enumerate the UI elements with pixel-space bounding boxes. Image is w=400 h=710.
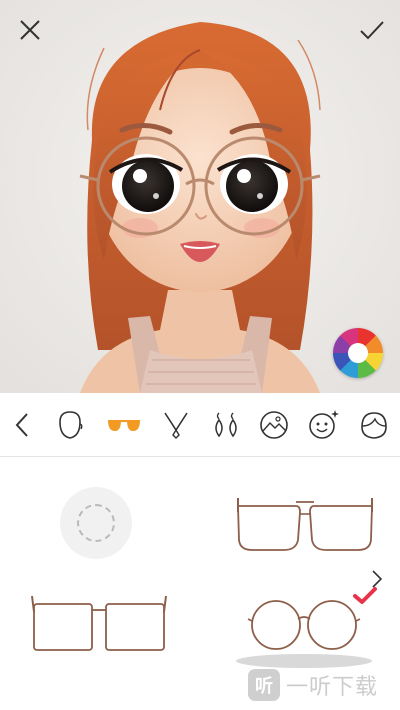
- smile-sparkle-icon: [309, 410, 339, 439]
- watermark-text: 一听下载: [286, 675, 379, 700]
- category-background[interactable]: [254, 405, 294, 445]
- color-wheel-icon[interactable]: [333, 328, 383, 378]
- necklace-icon: [164, 412, 188, 439]
- aviator-glasses-icon: [237, 498, 373, 551]
- avatar-preview: [0, 0, 400, 393]
- background-icon: [260, 411, 288, 439]
- checkmark-icon: [360, 21, 384, 40]
- category-earrings[interactable]: [206, 405, 246, 445]
- glasses-icon: [108, 420, 140, 431]
- glasses-option-square[interactable]: [26, 592, 172, 658]
- selected-check-icon: [353, 587, 377, 604]
- face-shape-icon: [59, 411, 83, 439]
- category-bar: [0, 393, 400, 457]
- confirm-button[interactable]: [356, 14, 388, 46]
- round-glasses-icon: [247, 600, 361, 650]
- scroll-shadow: [236, 654, 372, 668]
- close-button[interactable]: [14, 14, 46, 46]
- category-back-button[interactable]: [2, 405, 42, 445]
- category-face-shape[interactable]: [50, 405, 90, 445]
- glasses-option-none[interactable]: [60, 487, 132, 559]
- watermark: 听 一听下载: [248, 668, 378, 702]
- category-necklace[interactable]: [156, 405, 196, 445]
- square-glasses-icon: [31, 595, 167, 651]
- category-glasses[interactable]: [104, 405, 144, 445]
- glasses-option-round[interactable]: [244, 594, 364, 654]
- close-icon: [20, 20, 40, 40]
- watermark-logo: 听: [248, 669, 280, 701]
- chevron-left-icon: [15, 413, 28, 437]
- no-glasses-icon: [77, 504, 115, 542]
- earrings-icon: [215, 412, 237, 438]
- hair-icon: [361, 412, 387, 439]
- category-expression[interactable]: [304, 405, 344, 445]
- category-hair[interactable]: [354, 405, 394, 445]
- glasses-option-aviator[interactable]: [232, 488, 378, 558]
